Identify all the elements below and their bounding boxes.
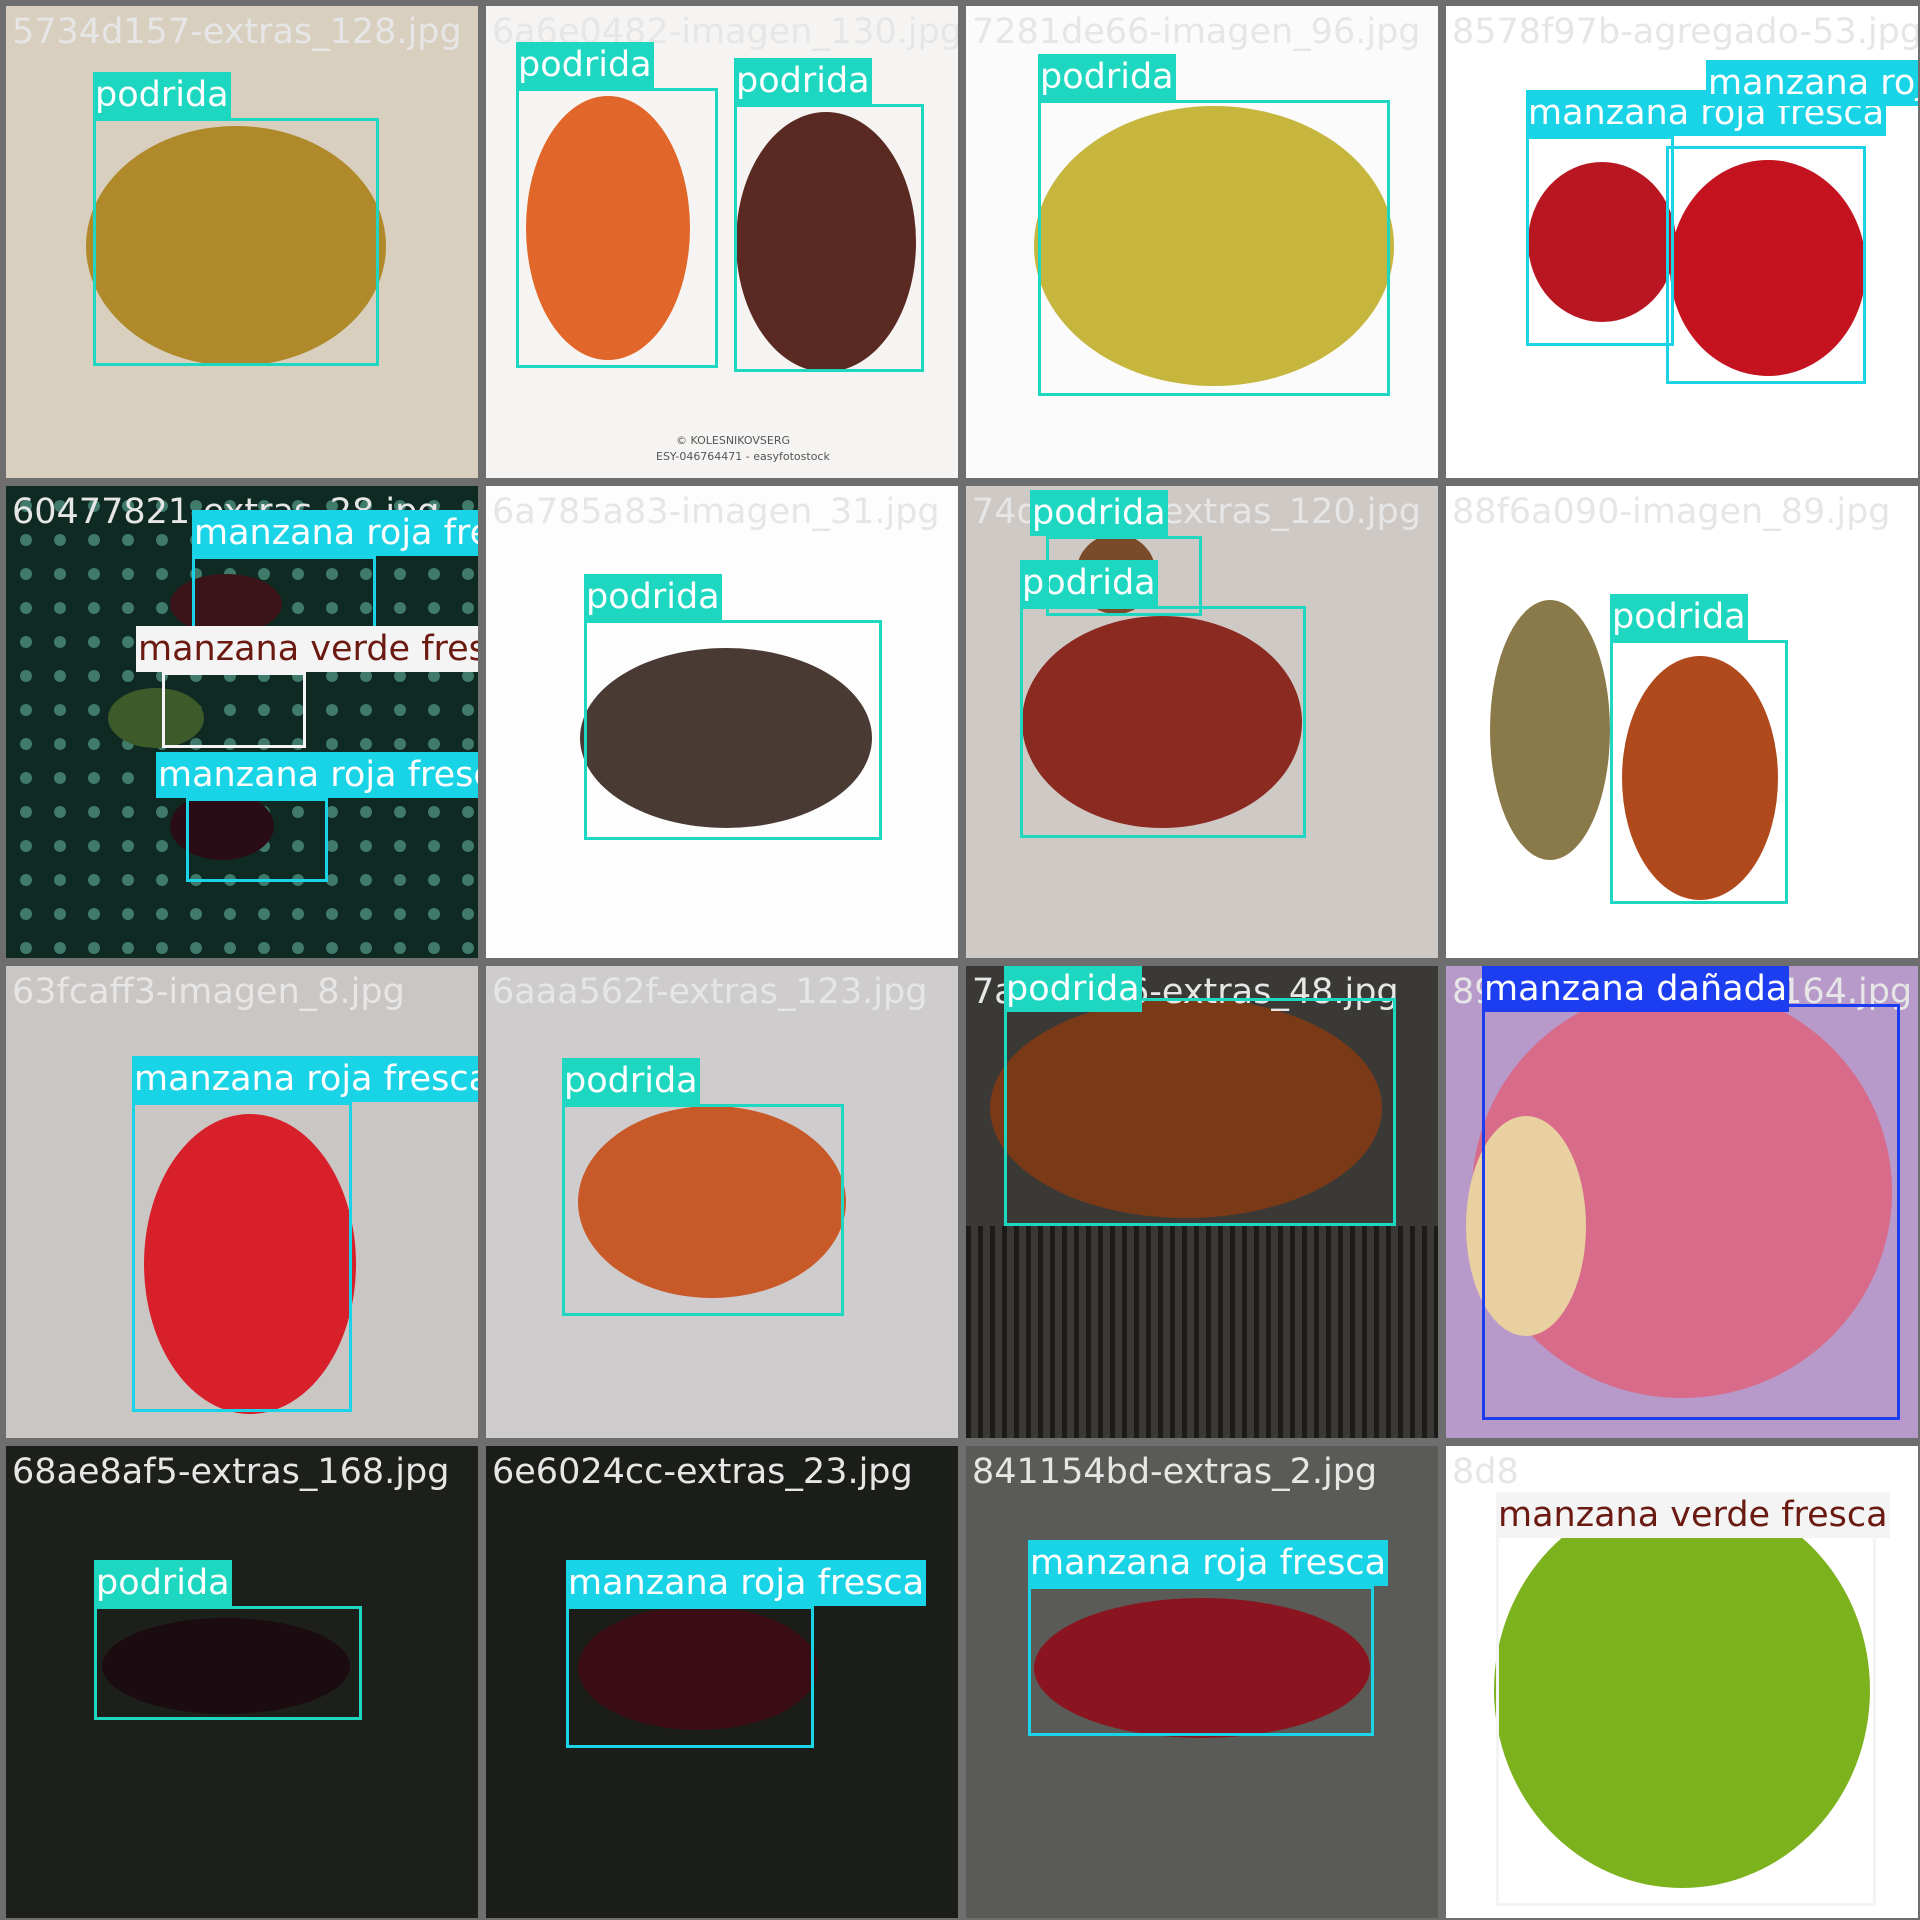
bounding-box <box>1496 1496 1876 1906</box>
bounding-box <box>162 672 306 748</box>
image-tile: 7a1d0296-extras_48.jpg podrida <box>966 966 1438 1438</box>
image-tile: 89fe981e-imagen_164.jpgmanzana dañada <box>1446 966 1918 1438</box>
bounding-box <box>186 798 328 882</box>
apple-shape <box>1490 600 1610 860</box>
detection-label: manzana roja fresca <box>192 510 478 556</box>
image-tile: 60477821-extras_28.jpgmanzana roja fresc… <box>6 486 478 958</box>
bounding-box <box>1610 640 1788 904</box>
detection-label: podrida <box>1610 594 1748 640</box>
image-tile: 6aaa562f-extras_123.jpg podrida <box>486 966 958 1438</box>
photo-caption-2: ESY-046764471 - easyfotostock <box>656 450 830 463</box>
image-tile: 6a6e0482-imagen_130.jpg © KOLESNIKOVSERG E… <box>486 6 958 478</box>
image-tile: 7281de66-imagen_96.jpg podrida <box>966 6 1438 478</box>
detection-label: manzana roja fresca <box>156 752 478 798</box>
bounding-box <box>1526 136 1674 346</box>
bounding-box <box>1666 146 1866 384</box>
bounding-box <box>1046 536 1202 616</box>
image-tile: 841154bd-extras_2.jpg manzana roja fresca <box>966 1446 1438 1918</box>
photo-caption: © KOLESNIKOVSERG <box>676 434 791 447</box>
detection-label: podrida <box>1004 966 1142 1012</box>
detection-label: podrida <box>1038 54 1176 100</box>
detection-grid: 5734d157-extras_128.jpg podrida 6a6e0482-i… <box>0 0 1920 1920</box>
image-tile: 5734d157-extras_128.jpg podrida <box>6 6 478 478</box>
image-tile: 63fcaff3-imagen_8.jpg manzana roja fresca <box>6 966 478 1438</box>
detection-label: manzana roja fresca <box>1706 60 1918 106</box>
image-tile: 6e6024cc-extras_23.jpg manzana roja fresc… <box>486 1446 958 1918</box>
bounding-box <box>516 88 718 368</box>
detection-label: podrida <box>734 58 872 104</box>
image-tile: 68ae8af5-extras_168.jpg podrida <box>6 1446 478 1918</box>
bounding-box <box>566 1606 814 1748</box>
bounding-box <box>1038 100 1390 396</box>
image-tile: 8d8 manzana verde fresca <box>1446 1446 1918 1918</box>
image-tile: 8578f97b-agregado-53.jpg manzana roja fre… <box>1446 6 1918 478</box>
detection-label: manzana verde fresca <box>1496 1492 1890 1538</box>
bounding-box <box>192 556 376 630</box>
bounding-box <box>93 118 379 366</box>
detection-label: podrida <box>584 574 722 620</box>
detection-label: manzana roja fresca <box>132 1056 478 1102</box>
image-tile: 88f6a090-imagen_89.jpg podrida <box>1446 486 1918 958</box>
bounding-box <box>132 1102 352 1412</box>
bounding-box <box>734 104 924 372</box>
detection-label: podrida <box>562 1058 700 1104</box>
detection-label: manzana dañada <box>1482 966 1790 1012</box>
bounding-box <box>1028 1586 1374 1736</box>
detection-label: manzana roja fresca <box>1028 1540 1389 1586</box>
bounding-box <box>1020 606 1306 838</box>
bounding-box <box>584 620 882 840</box>
bounding-box <box>1004 998 1396 1226</box>
image-tile: 74d18a54-extras_120.jpg podrida podrida <box>966 486 1438 958</box>
bounding-box <box>562 1104 844 1316</box>
detection-label: manzana verde fresca <box>136 626 478 672</box>
detection-label: podrida <box>516 42 654 88</box>
detection-label: podrida <box>94 1560 232 1606</box>
detection-label: podrida <box>93 72 231 118</box>
bounding-box <box>94 1606 362 1720</box>
detection-label: manzana roja fresca <box>566 1560 927 1606</box>
image-tile: 6a785a83-imagen_31.jpg podrida <box>486 486 958 958</box>
bounding-box <box>1482 1004 1900 1420</box>
detection-label: podrida <box>1030 490 1168 536</box>
